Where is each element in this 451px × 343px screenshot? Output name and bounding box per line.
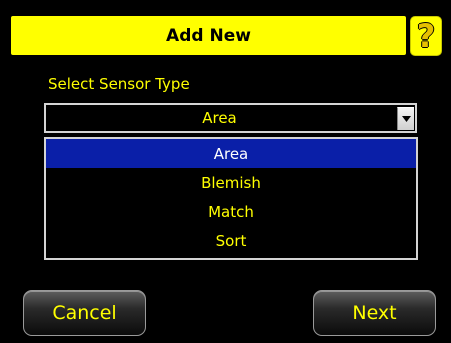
chevron-down-icon xyxy=(401,116,411,122)
list-item-area[interactable]: Area xyxy=(46,139,416,168)
list-item-blemish[interactable]: Blemish xyxy=(46,168,416,197)
sensor-type-list: Area Blemish Match Sort xyxy=(44,137,418,260)
sensor-type-dropdown[interactable]: Area xyxy=(44,103,417,133)
cancel-button[interactable]: Cancel xyxy=(23,290,146,336)
select-sensor-type-label: Select Sensor Type xyxy=(48,75,190,93)
page-title: Add New xyxy=(166,25,251,46)
dropdown-selected-value: Area xyxy=(202,109,237,127)
list-item-sort[interactable]: Sort xyxy=(46,226,416,255)
help-button[interactable]: ? xyxy=(410,16,442,56)
list-item-match[interactable]: Match xyxy=(46,197,416,226)
next-button[interactable]: Next xyxy=(313,290,436,336)
title-bar: Add New xyxy=(11,16,406,55)
question-mark-icon: ? xyxy=(416,17,436,55)
dropdown-arrow-button[interactable] xyxy=(397,107,414,130)
